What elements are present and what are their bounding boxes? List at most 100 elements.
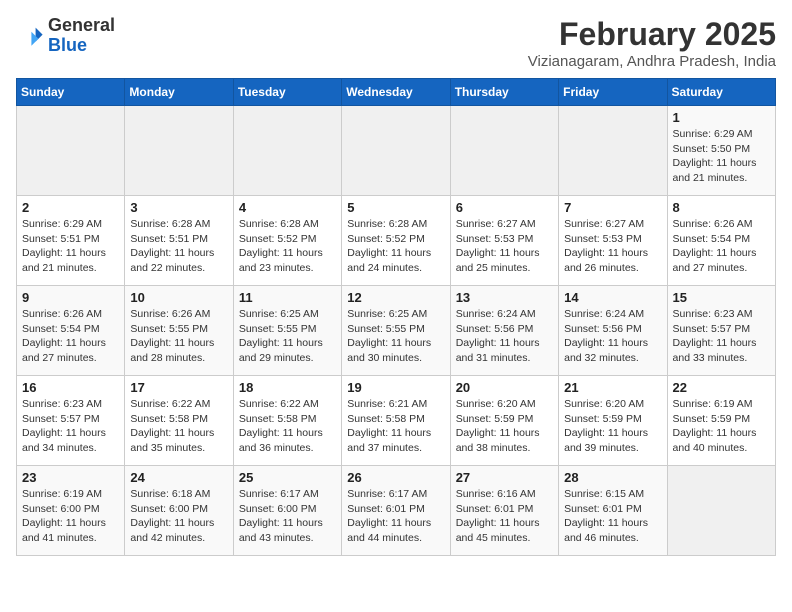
day-info: Sunrise: 6:24 AM Sunset: 5:56 PM Dayligh… bbox=[456, 307, 553, 366]
calendar-cell: 21 Sunrise: 6:20 AM Sunset: 5:59 PM Dayli… bbox=[559, 376, 667, 466]
calendar-cell bbox=[342, 106, 450, 196]
day-info: Sunrise: 6:27 AM Sunset: 5:53 PM Dayligh… bbox=[456, 217, 553, 276]
day-info: Sunrise: 6:28 AM Sunset: 5:52 PM Dayligh… bbox=[347, 217, 444, 276]
day-number: 11 bbox=[239, 290, 336, 305]
calendar-cell bbox=[17, 106, 125, 196]
calendar-cell: 22 Sunrise: 6:19 AM Sunset: 5:59 PM Dayli… bbox=[667, 376, 775, 466]
logo-icon bbox=[16, 22, 44, 50]
day-number: 28 bbox=[564, 470, 661, 485]
calendar-cell: 17Sunrise: 6:22 AM Sunset: 5:58 PM Dayli… bbox=[125, 376, 233, 466]
day-number: 14 bbox=[564, 290, 661, 305]
day-info: Sunrise: 6:27 AM Sunset: 5:53 PM Dayligh… bbox=[564, 217, 661, 276]
day-info: Sunrise: 6:23 AM Sunset: 5:57 PM Dayligh… bbox=[22, 397, 119, 456]
day-number: 6 bbox=[456, 200, 553, 215]
day-info: Sunrise: 6:17 AM Sunset: 6:00 PM Dayligh… bbox=[239, 487, 336, 546]
day-number: 2 bbox=[22, 200, 119, 215]
day-number: 25 bbox=[239, 470, 336, 485]
calendar-cell: 12 Sunrise: 6:25 AM Sunset: 5:55 PM Dayli… bbox=[342, 286, 450, 376]
day-number: 21 bbox=[564, 380, 661, 395]
day-info: Sunrise: 6:19 AM Sunset: 5:59 PM Dayligh… bbox=[673, 397, 770, 456]
page-header: General Blue February 2025 Vizianagaram,… bbox=[16, 16, 776, 70]
week-row-5: 23 Sunrise: 6:19 AM Sunset: 6:00 PM Dayli… bbox=[17, 466, 776, 556]
day-info: Sunrise: 6:17 AM Sunset: 6:01 PM Dayligh… bbox=[347, 487, 444, 546]
day-info: Sunrise: 6:24 AM Sunset: 5:56 PM Dayligh… bbox=[564, 307, 661, 366]
calendar-cell: 28 Sunrise: 6:15 AM Sunset: 6:01 PM Dayli… bbox=[559, 466, 667, 556]
day-number: 12 bbox=[347, 290, 444, 305]
calendar-cell: 8 Sunrise: 6:26 AM Sunset: 5:54 PM Daylig… bbox=[667, 196, 775, 286]
month-year: February 2025 bbox=[528, 16, 776, 53]
calendar-table: SundayMondayTuesdayWednesdayThursdayFrid… bbox=[16, 78, 776, 556]
calendar-cell: 20Sunrise: 6:20 AM Sunset: 5:59 PM Dayli… bbox=[450, 376, 558, 466]
weekday-header-tuesday: Tuesday bbox=[233, 79, 341, 106]
day-number: 7 bbox=[564, 200, 661, 215]
day-info: Sunrise: 6:22 AM Sunset: 5:58 PM Dayligh… bbox=[239, 397, 336, 456]
weekday-header-wednesday: Wednesday bbox=[342, 79, 450, 106]
day-number: 19 bbox=[347, 380, 444, 395]
day-info: Sunrise: 6:25 AM Sunset: 5:55 PM Dayligh… bbox=[347, 307, 444, 366]
day-number: 5 bbox=[347, 200, 444, 215]
logo-text: General Blue bbox=[48, 16, 115, 56]
day-info: Sunrise: 6:22 AM Sunset: 5:58 PM Dayligh… bbox=[130, 397, 227, 456]
day-number: 10 bbox=[130, 290, 227, 305]
day-number: 26 bbox=[347, 470, 444, 485]
day-info: Sunrise: 6:16 AM Sunset: 6:01 PM Dayligh… bbox=[456, 487, 553, 546]
calendar-cell: 5 Sunrise: 6:28 AM Sunset: 5:52 PM Daylig… bbox=[342, 196, 450, 286]
day-number: 18 bbox=[239, 380, 336, 395]
week-row-2: 2Sunrise: 6:29 AM Sunset: 5:51 PM Daylig… bbox=[17, 196, 776, 286]
calendar-cell: 11 Sunrise: 6:25 AM Sunset: 5:55 PM Dayli… bbox=[233, 286, 341, 376]
logo: General Blue bbox=[16, 16, 115, 56]
weekday-header-thursday: Thursday bbox=[450, 79, 558, 106]
calendar-cell: 14 Sunrise: 6:24 AM Sunset: 5:56 PM Dayli… bbox=[559, 286, 667, 376]
weekday-header-row: SundayMondayTuesdayWednesdayThursdayFrid… bbox=[17, 79, 776, 106]
day-info: Sunrise: 6:26 AM Sunset: 5:54 PM Dayligh… bbox=[22, 307, 119, 366]
calendar-cell bbox=[667, 466, 775, 556]
calendar-cell bbox=[125, 106, 233, 196]
day-info: Sunrise: 6:15 AM Sunset: 6:01 PM Dayligh… bbox=[564, 487, 661, 546]
day-number: 13 bbox=[456, 290, 553, 305]
day-number: 23 bbox=[22, 470, 119, 485]
day-number: 3 bbox=[130, 200, 227, 215]
calendar-cell: 25 Sunrise: 6:17 AM Sunset: 6:00 PM Dayli… bbox=[233, 466, 341, 556]
calendar-cell: 23 Sunrise: 6:19 AM Sunset: 6:00 PM Dayli… bbox=[17, 466, 125, 556]
calendar-cell: 24 Sunrise: 6:18 AM Sunset: 6:00 PM Dayli… bbox=[125, 466, 233, 556]
day-number: 22 bbox=[673, 380, 770, 395]
calendar-cell bbox=[559, 106, 667, 196]
calendar-cell: 27 Sunrise: 6:16 AM Sunset: 6:01 PM Dayli… bbox=[450, 466, 558, 556]
calendar-cell: 6 Sunrise: 6:27 AM Sunset: 5:53 PM Daylig… bbox=[450, 196, 558, 286]
day-info: Sunrise: 6:29 AM Sunset: 5:50 PM Dayligh… bbox=[673, 127, 770, 186]
day-number: 4 bbox=[239, 200, 336, 215]
day-number: 15 bbox=[673, 290, 770, 305]
logo-blue: Blue bbox=[48, 35, 87, 55]
calendar-cell: 13 Sunrise: 6:24 AM Sunset: 5:56 PM Dayli… bbox=[450, 286, 558, 376]
calendar-cell: 1Sunrise: 6:29 AM Sunset: 5:50 PM Daylig… bbox=[667, 106, 775, 196]
day-info: Sunrise: 6:26 AM Sunset: 5:54 PM Dayligh… bbox=[673, 217, 770, 276]
day-info: Sunrise: 6:25 AM Sunset: 5:55 PM Dayligh… bbox=[239, 307, 336, 366]
weekday-header-monday: Monday bbox=[125, 79, 233, 106]
day-info: Sunrise: 6:20 AM Sunset: 5:59 PM Dayligh… bbox=[564, 397, 661, 456]
day-number: 8 bbox=[673, 200, 770, 215]
day-info: Sunrise: 6:23 AM Sunset: 5:57 PM Dayligh… bbox=[673, 307, 770, 366]
weekday-header-saturday: Saturday bbox=[667, 79, 775, 106]
day-info: Sunrise: 6:18 AM Sunset: 6:00 PM Dayligh… bbox=[130, 487, 227, 546]
day-info: Sunrise: 6:21 AM Sunset: 5:58 PM Dayligh… bbox=[347, 397, 444, 456]
day-number: 24 bbox=[130, 470, 227, 485]
calendar-cell: 26 Sunrise: 6:17 AM Sunset: 6:01 PM Dayli… bbox=[342, 466, 450, 556]
day-number: 27 bbox=[456, 470, 553, 485]
calendar-cell: 2Sunrise: 6:29 AM Sunset: 5:51 PM Daylig… bbox=[17, 196, 125, 286]
calendar-cell: 7 Sunrise: 6:27 AM Sunset: 5:53 PM Daylig… bbox=[559, 196, 667, 286]
calendar-cell: 4 Sunrise: 6:28 AM Sunset: 5:52 PM Daylig… bbox=[233, 196, 341, 286]
day-number: 16 bbox=[22, 380, 119, 395]
calendar-cell: 9Sunrise: 6:26 AM Sunset: 5:54 PM Daylig… bbox=[17, 286, 125, 376]
calendar-cell: 15 Sunrise: 6:23 AM Sunset: 5:57 PM Dayli… bbox=[667, 286, 775, 376]
calendar-cell: 3 Sunrise: 6:28 AM Sunset: 5:51 PM Daylig… bbox=[125, 196, 233, 286]
weekday-header-friday: Friday bbox=[559, 79, 667, 106]
day-info: Sunrise: 6:28 AM Sunset: 5:52 PM Dayligh… bbox=[239, 217, 336, 276]
calendar-cell bbox=[233, 106, 341, 196]
calendar-cell bbox=[450, 106, 558, 196]
location: Vizianagaram, Andhra Pradesh, India bbox=[528, 53, 776, 70]
day-info: Sunrise: 6:19 AM Sunset: 6:00 PM Dayligh… bbox=[22, 487, 119, 546]
week-row-1: 1Sunrise: 6:29 AM Sunset: 5:50 PM Daylig… bbox=[17, 106, 776, 196]
calendar-cell: 18 Sunrise: 6:22 AM Sunset: 5:58 PM Dayli… bbox=[233, 376, 341, 466]
day-info: Sunrise: 6:28 AM Sunset: 5:51 PM Dayligh… bbox=[130, 217, 227, 276]
week-row-4: 16 Sunrise: 6:23 AM Sunset: 5:57 PM Dayli… bbox=[17, 376, 776, 466]
